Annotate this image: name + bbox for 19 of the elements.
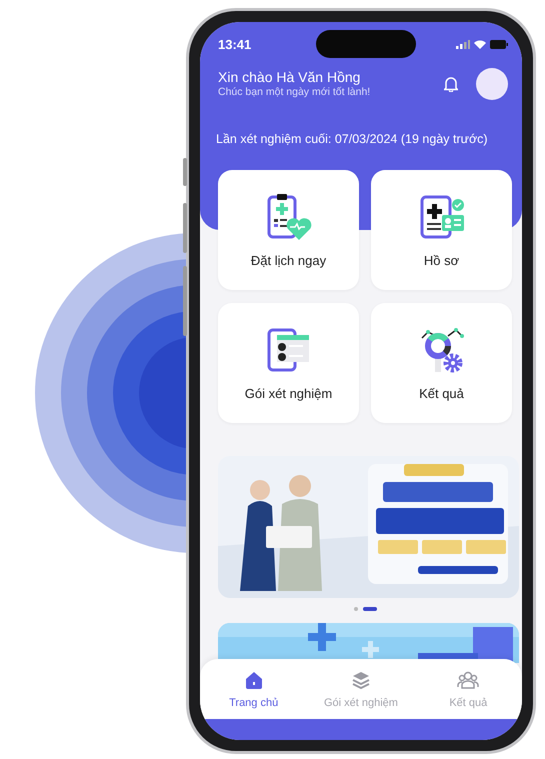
- greeting-subtitle: Chúc bạn một ngày mới tốt lành!: [218, 86, 370, 99]
- layers-icon: [350, 670, 371, 690]
- signal-icon: [456, 40, 470, 48]
- greeting-text: Xin chào Hà Văn Hồng: [218, 69, 362, 86]
- status-time: 13:41: [218, 36, 252, 52]
- avatar[interactable]: [476, 68, 508, 100]
- carousel-dot[interactable]: [354, 607, 358, 611]
- wifi-icon: [474, 40, 486, 48]
- last-test-text: Lần xét nghiệm cuối: 07/03/2024 (19 ngày trước): [216, 132, 489, 146]
- menu-tile[interactable]: Đặt lịch ngay: [218, 170, 359, 290]
- menu-tile[interactable]: Hồ sơ: [371, 170, 512, 290]
- menu-tile[interactable]: Gói xét nghiệm: [218, 303, 359, 423]
- nav-tab[interactable]: Trang chủ: [204, 670, 304, 708]
- menu-tile[interactable]: Kết quả: [371, 303, 512, 423]
- battery-icon: [490, 40, 508, 48]
- home-icon: [244, 670, 264, 690]
- bell-icon[interactable]: [444, 76, 458, 92]
- people-icon: [457, 670, 480, 690]
- promo-banner[interactable]: [218, 623, 519, 663]
